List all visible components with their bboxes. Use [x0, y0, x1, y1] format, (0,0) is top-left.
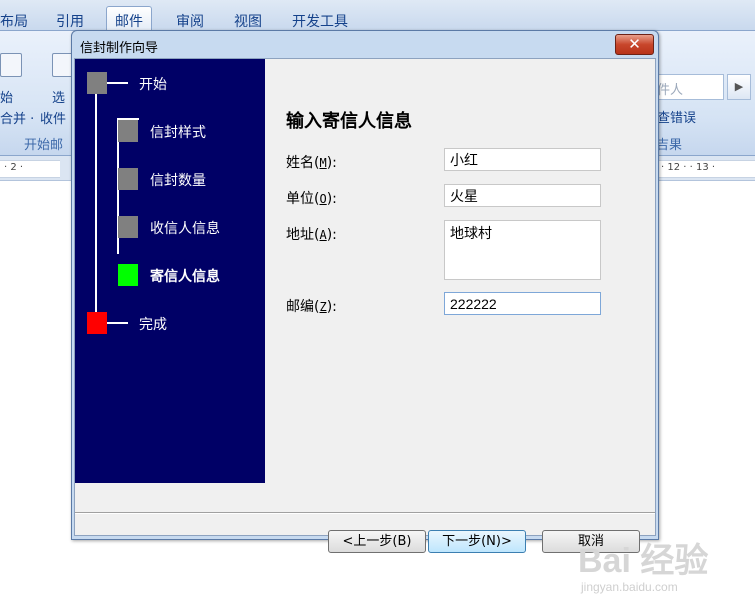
step-marker-sender-info: [118, 264, 138, 286]
back-button[interactable]: <上一步(B): [328, 530, 426, 553]
ruler-left-numbers: · 2 ·: [4, 162, 24, 173]
name-label: 姓名(M):: [286, 155, 337, 171]
step-marker-envelope-style: [118, 120, 138, 142]
step-marker-recipient-info: [118, 216, 138, 238]
start-mail-merge-label[interactable]: 始: [0, 87, 13, 106]
address-field[interactable]: 地球村: [444, 220, 601, 280]
merge-label[interactable]: 合并 ·: [0, 108, 34, 127]
baidu-watermark-url: jingyan.baidu.com: [581, 580, 678, 594]
tab-references[interactable]: 引用: [56, 11, 84, 31]
group-start-mail-merge: 开始邮: [24, 138, 64, 153]
select-recipients-label[interactable]: 选: [52, 87, 65, 106]
step-label-envelope-style: 信封样式: [150, 125, 206, 141]
zip-field[interactable]: [444, 292, 601, 315]
form-heading: 输入寄信人信息: [286, 111, 412, 132]
step-connector-outer: [95, 83, 97, 326]
step-label-start: 开始: [139, 77, 167, 93]
name-field[interactable]: [444, 148, 601, 171]
address-label: 地址(A):: [286, 227, 337, 243]
tab-layout[interactable]: 布局: [0, 11, 28, 31]
group-preview-results: 吉果: [656, 138, 683, 153]
recipients-label[interactable]: 收件: [40, 108, 66, 127]
wizard-step-panel: 开始 信封样式 信封数量 收信人信息 寄信人信息 完成: [75, 59, 265, 483]
tab-developer[interactable]: 开发工具: [292, 11, 348, 31]
step-label-recipient-info: 收信人信息: [150, 221, 220, 237]
next-button[interactable]: 下一步(N)>: [428, 530, 526, 553]
start-mail-merge-icon[interactable]: [0, 53, 22, 77]
tab-review[interactable]: 审阅: [176, 11, 204, 31]
step-marker-envelope-count: [118, 168, 138, 190]
check-errors-label[interactable]: 查错误: [657, 107, 696, 126]
step-label-finish: 完成: [139, 317, 167, 333]
close-button[interactable]: ✕: [615, 34, 654, 55]
tab-view[interactable]: 视图: [234, 11, 262, 31]
dialog-title: 信封制作向导: [80, 41, 159, 56]
step-tick-start: [106, 82, 128, 84]
dialog-titlebar[interactable]: 信封制作向导 ✕: [72, 31, 658, 58]
ribbon-tab-bar: 布局 引用 邮件 审阅 视图 开发工具: [0, 0, 755, 31]
dialog-client-area: 开始 信封样式 信封数量 收信人信息 寄信人信息 完成 输入寄信人信息 姓名(M…: [74, 58, 656, 553]
ruler-right-numbers: · 12 · · 13 ·: [661, 162, 716, 173]
button-separator: [75, 512, 655, 514]
step-label-envelope-count: 信封数量: [150, 173, 206, 189]
zip-label: 邮编(Z):: [286, 299, 337, 315]
company-field[interactable]: [444, 184, 601, 207]
close-icon: ✕: [628, 35, 641, 53]
step-label-sender-info: 寄信人信息: [150, 269, 220, 285]
company-label: 单位(O):: [286, 191, 337, 207]
step-marker-start: [87, 72, 107, 94]
baidu-watermark-logo: Bai 经验: [578, 542, 709, 580]
ribbon-combo-arrow-icon[interactable]: ▶: [727, 74, 751, 100]
step-tick-end: [106, 322, 128, 324]
step-marker-finish: [87, 312, 107, 334]
tab-mailings[interactable]: 邮件: [106, 6, 152, 30]
recipient-label-right[interactable]: 件人: [657, 79, 683, 98]
envelope-wizard-dialog: 信封制作向导 ✕ 开始 信封样式 信封数量 收信人信息 寄信人信息 完成 输入寄…: [71, 30, 659, 553]
